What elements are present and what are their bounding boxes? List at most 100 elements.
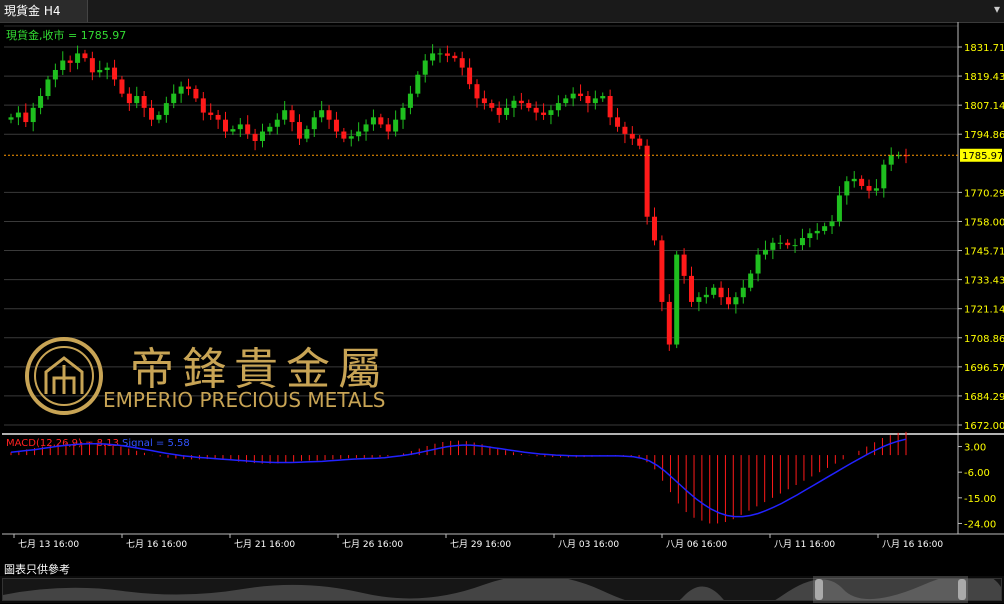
candle [259, 123, 265, 148]
candle-body [274, 119, 280, 127]
candle [104, 62, 110, 80]
candle-body [563, 98, 569, 104]
candle [38, 88, 44, 115]
candle [370, 109, 376, 131]
candle [548, 105, 554, 125]
candle [851, 171, 857, 188]
price-chart-svg[interactable]: 帝鋒貴金屬 EMPERIO PRECIOUS METALS 1785.97 現貨… [0, 22, 1004, 559]
chart-scrollbar[interactable] [0, 572, 1004, 604]
scrollbar-thumb[interactable] [813, 576, 968, 603]
candle [200, 91, 206, 121]
candle-body [548, 110, 554, 115]
candle [400, 102, 406, 129]
candle-body [400, 107, 406, 120]
candle [126, 87, 132, 111]
x-tick-label: 八月 11 16:00 [774, 539, 835, 550]
candle [141, 91, 147, 118]
candle [785, 239, 791, 249]
candle [873, 179, 879, 196]
candle-body [807, 233, 813, 239]
candle [570, 87, 576, 107]
candle-body [733, 297, 739, 305]
candle [67, 55, 73, 73]
candle-body [674, 254, 680, 345]
candle-body [644, 145, 650, 217]
candle-body [785, 242, 791, 246]
candle-body [171, 93, 177, 104]
candle-body [252, 133, 258, 141]
candle-body [60, 60, 66, 70]
candle [629, 126, 635, 146]
macd-tick-label: -6.00 [964, 468, 990, 479]
candle-body [223, 119, 229, 132]
candle-body [385, 124, 391, 132]
candle-body [67, 60, 73, 63]
candle-body [600, 96, 606, 99]
candle-body [378, 117, 384, 125]
candlesticks [8, 44, 909, 351]
x-tick-label: 八月 03 16:00 [558, 539, 619, 550]
candle [859, 175, 865, 190]
candle-body [725, 297, 731, 305]
candle [866, 179, 872, 199]
chart-area[interactable]: 帝鋒貴金屬 EMPERIO PRECIOUS METALS 1785.97 現貨… [0, 22, 1004, 559]
candle-body [319, 110, 325, 118]
candle-body [38, 96, 44, 108]
candle [422, 54, 428, 83]
candle [518, 92, 524, 110]
candle [8, 113, 14, 124]
candle-body [748, 273, 754, 288]
candle [474, 79, 480, 108]
candle [208, 103, 214, 120]
scrollbar-left-handle[interactable] [815, 579, 823, 600]
candle-body [282, 110, 288, 120]
x-tick-label: 七月 16 16:00 [126, 539, 187, 550]
candle-body [762, 249, 768, 255]
candle-body [629, 133, 635, 139]
candle [637, 135, 643, 150]
candle-body [348, 136, 354, 139]
candle-body [341, 131, 347, 139]
candle-body [615, 117, 621, 127]
candle [30, 102, 36, 132]
candle-body [755, 254, 761, 274]
candle [725, 287, 731, 310]
candle-body [518, 100, 524, 104]
candle-body [888, 155, 894, 165]
candle-body [267, 126, 273, 132]
x-tick-label: 七月 26 16:00 [342, 539, 403, 550]
candle-body [134, 96, 140, 104]
candle [459, 51, 465, 76]
candle-body [356, 131, 362, 137]
candle [489, 99, 495, 112]
y-tick-label: 1770.29 [964, 188, 1004, 199]
y-tick-label: 1672.00 [964, 421, 1004, 432]
candle-body [393, 119, 399, 132]
candle [888, 147, 894, 172]
candle [452, 52, 458, 62]
tab-spot-gold-h4[interactable]: 現貨金 H4 [0, 0, 88, 22]
y-tick-label: 1807.14 [964, 101, 1004, 112]
candle-body [82, 53, 88, 59]
candle-body [696, 297, 702, 302]
candle [52, 63, 58, 88]
candle-body [496, 107, 502, 115]
y-tick-label: 1819.43 [964, 72, 1004, 83]
scrollbar-right-handle[interactable] [958, 579, 966, 600]
candle [156, 111, 162, 124]
y-tick-label: 1733.43 [964, 276, 1004, 287]
candle-body [592, 98, 598, 104]
candle-body [792, 245, 798, 247]
candle-body [711, 287, 717, 295]
candle [45, 75, 51, 100]
candle [149, 100, 155, 127]
candle [615, 108, 621, 132]
window-menu-icon[interactable]: ▾ [994, 2, 1000, 16]
candle-body [52, 69, 58, 80]
candle-body [156, 114, 162, 120]
candle-body [119, 79, 125, 94]
macd-tick-label: -15.00 [964, 494, 996, 505]
candle [526, 99, 532, 112]
candle-body [75, 53, 81, 63]
candle-body [230, 129, 236, 132]
